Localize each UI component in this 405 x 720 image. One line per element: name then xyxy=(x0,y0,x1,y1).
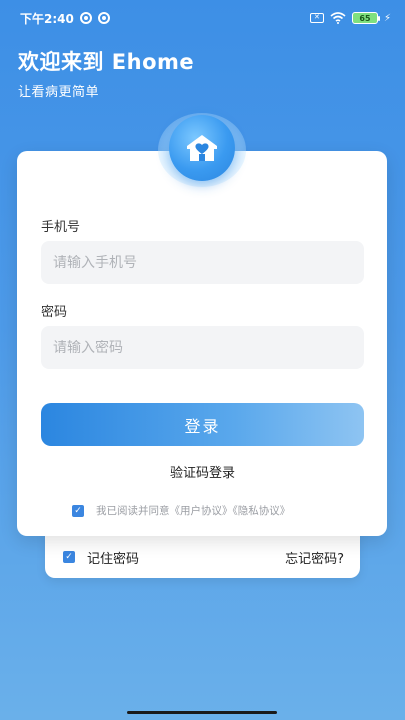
phone-field[interactable] xyxy=(41,241,364,284)
agreement-row[interactable]: ✓ 我已阅读并同意《用户协议》《隐私协议》 xyxy=(72,503,290,518)
phone-label: 手机号 xyxy=(41,220,81,235)
status-time: 下午2:40 xyxy=(20,11,74,26)
home-indicator[interactable] xyxy=(127,711,277,714)
sms-login-link[interactable]: 验证码登录 xyxy=(0,462,405,481)
charging-icon: ⚡ xyxy=(383,12,391,24)
remember-password[interactable]: ✓ 记住密码 xyxy=(63,548,139,567)
status-left: 下午2:40 xyxy=(20,10,110,27)
sim-icon: ✕ xyxy=(309,13,324,23)
wifi-icon xyxy=(330,12,346,24)
password-input[interactable] xyxy=(53,339,352,356)
status-bar: 下午2:40 ✕ 65 ⚡ xyxy=(0,0,405,36)
phone-input[interactable] xyxy=(53,254,352,271)
checkbox-icon[interactable]: ✓ xyxy=(63,551,75,563)
agreement-text: 我已阅读并同意《用户协议》《隐私协议》 xyxy=(96,505,291,517)
password-label: 密码 xyxy=(41,305,68,320)
notification-icon-2 xyxy=(97,12,110,24)
notification-icon xyxy=(79,12,92,24)
battery-icon: 65 xyxy=(351,12,380,24)
status-right: ✕ 65 ⚡ xyxy=(309,12,391,24)
forgot-password-link[interactable]: 忘记密码? xyxy=(285,548,344,567)
welcome-subtitle: 让看病更简单 xyxy=(18,85,100,100)
house-heart-icon xyxy=(187,135,217,161)
welcome-title: 欢迎来到 Ehome xyxy=(18,50,195,74)
remember-label: 记住密码 xyxy=(87,551,140,567)
agreement-checkbox-icon[interactable]: ✓ xyxy=(72,504,84,517)
login-button[interactable]: 登录 xyxy=(41,403,364,446)
app-logo xyxy=(169,115,235,181)
password-field[interactable] xyxy=(41,326,364,369)
